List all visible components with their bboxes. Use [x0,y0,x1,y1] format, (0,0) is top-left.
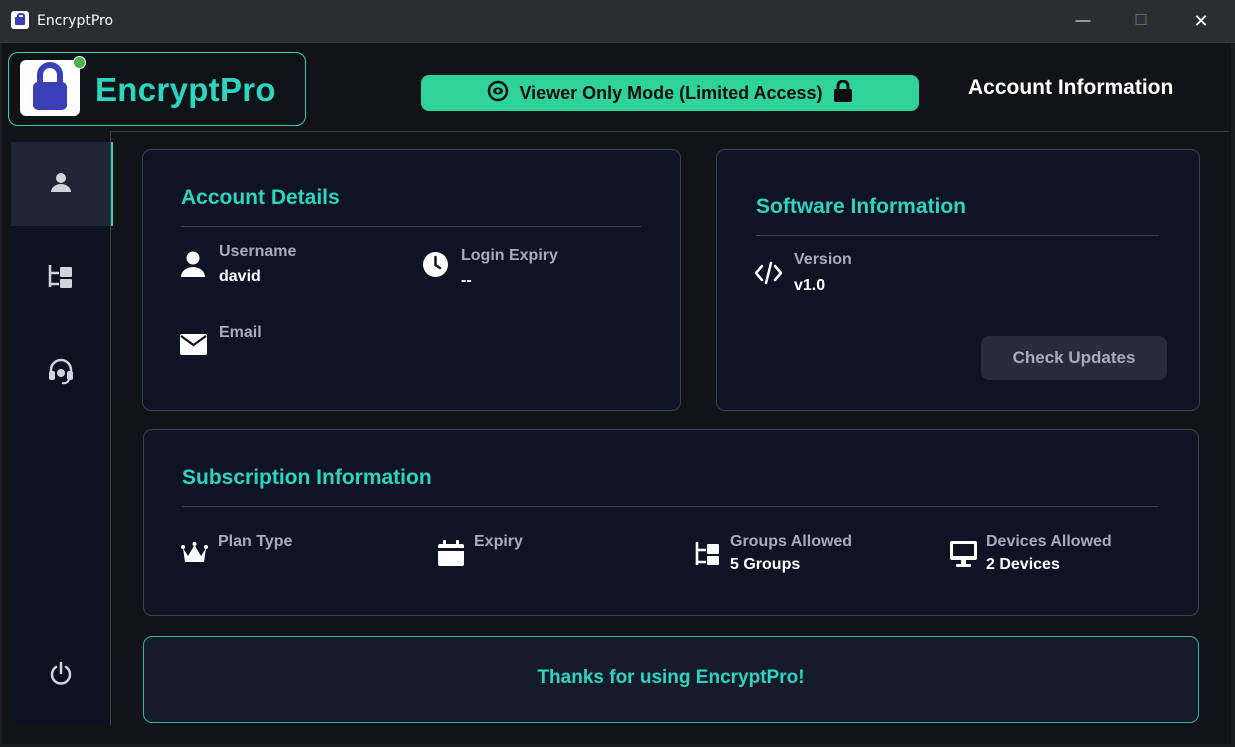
version-label: Version [794,251,852,268]
app-lock-icon [11,11,29,29]
code-icon [754,261,783,290]
subscription-divider [182,506,1158,507]
header-divider [111,131,1229,132]
user-icon [50,171,72,198]
thanks-banner: Thanks for using EncryptPro! [143,636,1199,723]
viewer-mode-banner: Viewer Only Mode (Limited Access) [421,75,919,111]
email-icon [180,334,207,360]
user-icon [180,250,206,283]
plan-type-label: Plan Type [218,533,293,550]
subscription-title: Subscription Information [182,466,432,489]
login-expiry-label: Login Expiry [461,247,558,264]
groups-icon [694,540,721,572]
expiry-label: Expiry [474,533,523,550]
account-details-divider [181,226,641,227]
window-title: EncryptPro [37,13,114,29]
sidebar-divider [110,131,111,725]
account-details-title: Account Details [181,186,340,209]
eye-icon [487,80,509,107]
sidebar [11,142,113,724]
thanks-message: Thanks for using EncryptPro! [537,667,805,688]
online-status-dot [73,56,86,69]
mode-banner-label: Viewer Only Mode (Limited Access) [519,82,823,103]
software-info-divider [756,235,1159,236]
version-value: v1.0 [794,277,826,294]
maximize-button[interactable]: ☐ [1118,0,1164,42]
power-icon [48,661,74,692]
calendar-icon [438,540,464,571]
devices-allowed-label: Devices Allowed [986,533,1112,550]
logo-text: EncryptPro [95,71,276,108]
username-label: Username [219,243,297,260]
page-title: Account Information [968,76,1174,99]
groups-allowed-value: 5 Groups [730,556,801,573]
email-label: Email [219,324,262,341]
minimize-button[interactable]: — [1060,0,1106,42]
sidebar-item-logout[interactable] [11,634,110,718]
devices-allowed-value: 2 Devices [986,556,1060,573]
lock-icon [833,79,853,107]
logo-lock-icon [20,60,80,116]
groups-allowed-label: Groups Allowed [730,533,853,550]
software-info-title: Software Information [756,195,967,218]
crown-icon [181,541,208,571]
window-titlebar: EncryptPro — ☐ ✕ [0,0,1235,43]
sidebar-item-account[interactable] [11,142,113,226]
login-expiry-value: -- [461,272,472,289]
check-updates-button[interactable]: Check Updates [981,336,1167,380]
username-value: david [219,268,261,285]
support-headset-icon [47,357,75,390]
groups-icon [47,262,75,295]
subscription-card [143,429,1199,616]
clock-icon [422,251,449,283]
monitor-icon [950,541,977,572]
sidebar-item-support[interactable] [11,331,110,415]
app-logo: EncryptPro [8,52,306,126]
close-button[interactable]: ✕ [1178,0,1224,42]
sidebar-item-groups[interactable] [11,236,110,320]
